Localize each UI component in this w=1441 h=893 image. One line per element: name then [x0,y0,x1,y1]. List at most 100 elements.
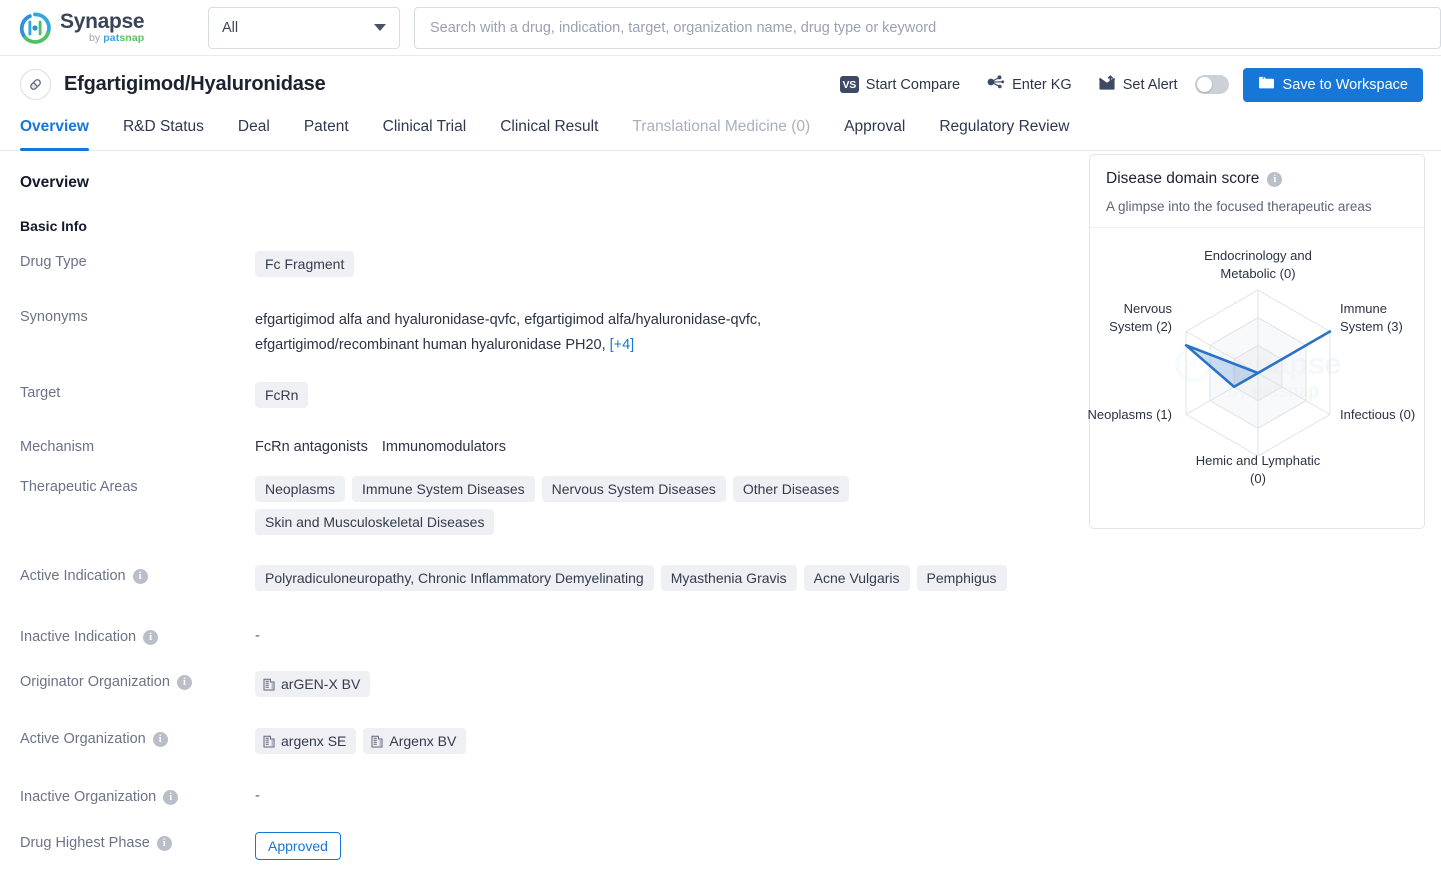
tab-deal[interactable]: Deal [221,113,287,151]
enter-kg-button[interactable]: Enter KG [973,69,1085,101]
search-input[interactable] [428,7,1427,48]
row-value-inactive-organization: - [255,788,260,804]
radar-label-hemic-lymphatic: Hemic and Lymphatic (0) [1195,453,1321,486]
tag-active-indication[interactable]: Pemphigus [916,565,1007,591]
row-label-mechanism: Mechanism [20,439,95,455]
radar-card-header: Disease domain score i A glimpse into th… [1090,155,1424,228]
row-drug-highest-phase: Drug Highest Phase i Approved [20,832,1441,860]
tab-translational-medicine: Translational Medicine (0) [632,118,811,135]
radar-label-endocrinology: Endocrinology and Metabolic (0) [1204,248,1312,281]
chevron-down-icon [374,24,386,31]
row-label-active-indication: Active Indication i [20,565,255,584]
radar-card-title: Disease domain score i [1106,170,1408,188]
row-label-therapeutic-areas: Therapeutic Areas [20,479,138,495]
info-icon[interactable]: i [163,789,179,805]
tag-therapeutic-area[interactable]: Skin and Musculoskeletal Diseases [255,509,495,535]
row-originator-organization: Originator Organization i arGEN-X BV [20,671,1441,704]
tag-therapeutic-area[interactable]: Other Diseases [732,476,850,502]
tab-clinical-trial[interactable]: Clinical Trial [366,113,484,151]
tag-organization[interactable]: arGEN-X BV [255,671,371,697]
brand-logo[interactable]: Synapse by patsnap [18,11,188,45]
tag-organization[interactable]: Argenx BV [363,728,467,754]
save-to-workspace-button[interactable]: Save to Workspace [1242,67,1423,102]
row-inactive-indication: Inactive Indication i - [20,626,1441,645]
disease-domain-score-card: Disease domain score i A glimpse into th… [1087,154,1425,529]
save-to-workspace-label: Save to Workspace [1282,76,1408,93]
synonyms-line-2: efgartigimod/recombinant human hyaluroni… [255,337,606,353]
row-value-active-indication: Polyradiculoneuropathy, Chronic Inflamma… [255,565,1441,598]
row-label-target: Target [20,385,61,401]
overview-content: Overview Basic Info Drug Type Fc Fragmen… [0,151,1441,893]
tag-active-indication[interactable]: Polyradiculoneuropathy, Chronic Inflamma… [255,565,654,591]
row-label-inactive-organization: Inactive Organization i [20,786,255,805]
row-label-synonyms: Synonyms [20,309,88,325]
row-label-drug-highest-phase: Drug Highest Phase i [20,832,255,851]
radar-card-subtitle: A glimpse into the focused therapeutic a… [1106,199,1372,214]
row-active-indication: Active Indication i Polyradiculoneuropat… [20,565,1441,598]
tag-therapeutic-area[interactable]: Nervous System Diseases [541,476,726,502]
tag-active-indication[interactable]: Acne Vulgaris [803,565,910,591]
building-icon [263,678,275,691]
row-value-inactive-indication: - [255,628,260,644]
tab-rd-status[interactable]: R&D Status [106,113,221,151]
search-scope-select[interactable]: All [208,6,400,49]
mechanism-item-2[interactable]: Immunomodulators [382,439,506,455]
radar-label-nervous-system: Nervous System (2) [1109,301,1172,334]
row-active-organization: Active Organization i argenx SE Argenx B… [20,728,1441,761]
radar-label-immune-system: Immune System (3) [1340,301,1403,334]
tab-patent[interactable]: Patent [287,113,366,151]
row-inactive-organization: Inactive Organization i - [20,786,1441,805]
organization-name: Argenx BV [389,733,457,749]
start-compare-label: Start Compare [865,76,961,93]
row-value-therapeutic-areas: Neoplasms Immune System Diseases Nervous S… [255,476,1045,542]
tag-therapeutic-area[interactable]: Immune System Diseases [352,476,535,502]
mechanism-item-1[interactable]: FcRn antagonists [255,439,368,455]
enter-kg-label: Enter KG [1012,76,1072,93]
info-icon[interactable]: i [132,568,148,584]
vs-badge-icon: VS [839,76,859,93]
brand-tagline: by patsnap [88,32,145,45]
building-icon [371,735,383,748]
tag-drug-type[interactable]: Fc Fragment [255,251,355,277]
status-badge[interactable]: Approved [255,832,341,860]
radar-label-neoplasms: Neoplasms (1) [1087,407,1172,422]
tab-clinical-result[interactable]: Clinical Result [483,113,615,151]
search-scope-value: All [222,19,239,36]
row-value-active-organization: argenx SE Argenx BV [255,728,1441,761]
tag-organization[interactable]: argenx SE [255,728,357,754]
info-icon[interactable]: i [176,674,192,690]
row-value-drug-highest-phase: Approved [255,832,1441,860]
set-alert-button[interactable]: Set Alert [1085,69,1191,101]
tag-active-indication[interactable]: Myasthenia Gravis [660,565,797,591]
tab-overview[interactable]: Overview [20,113,106,151]
row-label-drug-type: Drug Type [20,254,87,270]
info-icon[interactable]: i [1267,171,1283,187]
organization-name: arGEN-X BV [281,676,361,692]
tag-therapeutic-area[interactable]: Neoplasms [255,476,346,502]
set-alert-label: Set Alert [1122,76,1178,93]
set-alert-toggle[interactable] [1194,75,1229,94]
tab-approval[interactable]: Approval [827,113,922,151]
info-icon[interactable]: i [143,629,159,645]
synonyms-more-link[interactable]: [+4] [610,337,635,353]
tab-regulatory-review[interactable]: Regulatory Review [922,113,1086,151]
top-bar: Synapse by patsnap All [0,0,1441,56]
info-icon[interactable]: i [156,835,172,851]
tab-bar: Overview R&D Status Deal Patent Clinical… [0,113,1441,151]
envelope-up-icon [1098,74,1116,95]
row-label-active-organization: Active Organization i [20,728,255,747]
brand-logo-text: Synapse by patsnap [60,10,145,45]
drug-header: Efgartigimod/Hyaluronidase VS Start Comp… [0,56,1441,113]
row-value-originator-organization: arGEN-X BV [255,671,1441,704]
start-compare-button[interactable]: VS Start Compare [827,69,973,101]
folder-icon [1258,75,1275,94]
row-label-inactive-indication: Inactive Indication i [20,626,255,645]
radar-chart[interactable]: Synapse by patsnap [1087,228,1424,518]
info-icon[interactable]: i [152,731,168,747]
tag-target[interactable]: FcRn [255,382,309,408]
brand-name: Synapse [60,10,145,34]
header-actions: VS Start Compare Enter KG Set Alert Save… [827,67,1423,102]
building-icon [263,735,275,748]
search-box[interactable] [414,6,1441,49]
radar-label-infectious: Infectious (0) [1340,407,1416,422]
